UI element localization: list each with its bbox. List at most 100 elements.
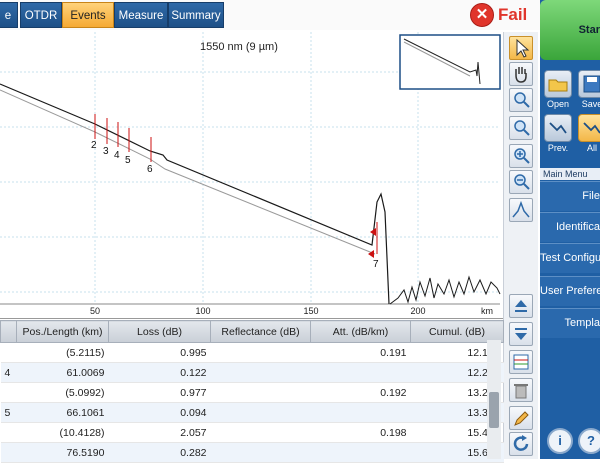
table-scrollbar[interactable] <box>487 340 501 459</box>
table-row[interactable]: (5.0992) 0.977 0.192 13.261 <box>0 382 504 403</box>
save-button[interactable] <box>578 70 600 98</box>
open-button[interactable] <box>544 70 572 98</box>
tab-summary[interactable]: Summary <box>168 2 224 28</box>
menu-item-user-preferences[interactable]: User Prefere <box>540 276 600 306</box>
zoom-out-button[interactable] <box>509 170 533 194</box>
x-tick-label: 100 <box>195 306 210 316</box>
zoom-11-button[interactable] <box>509 116 533 140</box>
tab-previous[interactable]: e <box>0 2 18 28</box>
start-button[interactable]: Star <box>540 0 600 60</box>
menu-item-identification[interactable]: Identifica <box>540 212 600 242</box>
event-table-button[interactable] <box>509 350 533 374</box>
table-cell: 61.0069 <box>16 362 109 383</box>
event-marker-label: 2 <box>91 140 97 151</box>
column-header[interactable] <box>0 320 17 343</box>
refresh-button[interactable] <box>509 432 533 456</box>
table-cell: 0.094 <box>108 402 211 423</box>
table-cell: 4 <box>0 362 17 383</box>
delete-button[interactable] <box>509 378 533 402</box>
main-trace <box>0 83 390 305</box>
noise-floor <box>389 275 501 305</box>
table-cell <box>310 442 411 463</box>
folder-icon <box>548 79 568 92</box>
prev-button[interactable] <box>544 114 572 142</box>
table-cell <box>210 362 311 383</box>
overview-minimap[interactable] <box>399 34 501 90</box>
menu-item-test-configuration[interactable]: Test Configu <box>540 243 600 273</box>
table-cell: 0.192 <box>310 382 411 403</box>
x-tick-label: 150 <box>303 306 318 316</box>
reference-trace <box>0 89 376 255</box>
table-cell <box>210 402 311 423</box>
tab-events[interactable]: Events <box>62 2 114 28</box>
scroll-up-button[interactable] <box>509 294 533 318</box>
help-button[interactable]: ? <box>578 428 600 454</box>
table-cell: 2.057 <box>108 422 211 443</box>
tab-label: Summary <box>171 10 221 22</box>
tab-label: e <box>4 10 12 22</box>
table-header-row: Pos./Length (km) Loss (dB) Reflectance (… <box>0 320 504 343</box>
pointer-tool-button[interactable] <box>509 36 533 60</box>
table-row[interactable]: 4 61.0069 0.122 12.284 <box>0 362 504 383</box>
scrollbar-thumb[interactable] <box>489 392 499 428</box>
zoom-fit-icon <box>514 92 530 108</box>
scroll-down-button[interactable] <box>509 322 533 346</box>
wavelength-label: 1550 nm (9 µm) <box>200 41 278 53</box>
fail-status: ✕ Fail <box>470 2 527 28</box>
table-row[interactable]: 5 66.1061 0.094 13.356 <box>0 402 504 423</box>
event-zoom-icon <box>512 200 530 218</box>
zoom-in-button[interactable] <box>509 144 533 168</box>
graph-toolbar <box>503 32 538 459</box>
otdr-graph[interactable]: 2 3 4 5 6 7 50 100 150 200 km 1550 nm (9… <box>0 32 503 319</box>
zoom-reset-icon <box>514 120 530 136</box>
event-marker-label: 3 <box>103 146 109 157</box>
x-tick-label: 200 <box>410 306 425 316</box>
zoom-out-icon <box>514 174 530 190</box>
fail-icon: ✕ <box>470 3 494 27</box>
tab-otdr[interactable]: OTDR <box>20 2 62 28</box>
tab-label: Measure <box>118 10 164 22</box>
all-button[interactable] <box>578 114 600 142</box>
tab-bar: e OTDR Events Measure Summary ✕ Fail <box>0 0 540 30</box>
previous-trace-icon <box>549 122 567 134</box>
table-cell: (5.2115) <box>16 342 109 363</box>
help-icon: ? <box>587 433 595 448</box>
x-tick-label: 50 <box>90 306 100 316</box>
arrow-up-icon <box>515 300 527 312</box>
main-menu-title: Main Menu <box>540 168 600 180</box>
prev-label: Prev. <box>547 143 569 153</box>
trash-icon <box>514 384 528 399</box>
table-cell <box>210 442 311 463</box>
column-header-reflectance[interactable]: Reflectance (dB) <box>210 320 311 343</box>
table-cell: 0.122 <box>108 362 211 383</box>
table-cell <box>210 342 311 363</box>
edit-button[interactable] <box>509 406 533 430</box>
zoom-fit-button[interactable] <box>509 88 533 112</box>
tab-measure[interactable]: Measure <box>114 2 168 28</box>
all-traces-icon <box>583 122 600 134</box>
pointer-icon <box>516 38 530 58</box>
table-cell: 0.198 <box>310 422 411 443</box>
event-zoom-button[interactable] <box>509 198 533 222</box>
table-row[interactable]: (5.2115) 0.995 0.191 12.162 <box>0 342 504 363</box>
table-cell: 0.191 <box>310 342 411 363</box>
column-header-loss[interactable]: Loss (dB) <box>108 320 211 343</box>
menu-item-file[interactable]: File <box>540 181 600 211</box>
table-row[interactable]: 76.5190 0.282 15.695 <box>0 442 504 463</box>
all-label: All <box>586 143 597 153</box>
table-row[interactable]: (10.4128) 2.057 0.198 15.413 <box>0 422 504 443</box>
trace-plot: 2 3 4 5 6 7 50 100 150 200 km 1550 nm (9… <box>0 32 501 316</box>
zoom-in-icon <box>514 148 530 164</box>
info-icon: i <box>558 433 562 448</box>
table-cell: 0.995 <box>108 342 211 363</box>
menu-item-templates[interactable]: Templa <box>540 308 600 338</box>
fail-label: Fail <box>498 5 528 24</box>
table-cell: (5.0992) <box>16 382 109 403</box>
table-cell: 5 <box>0 402 17 423</box>
column-header-attenuation[interactable]: Att. (dB/km) <box>310 320 411 343</box>
hand-icon <box>515 67 527 83</box>
pan-tool-button[interactable] <box>509 62 533 86</box>
info-button[interactable]: i <box>547 428 573 454</box>
refresh-icon <box>513 435 529 451</box>
column-header-position[interactable]: Pos./Length (km) <box>16 320 109 343</box>
